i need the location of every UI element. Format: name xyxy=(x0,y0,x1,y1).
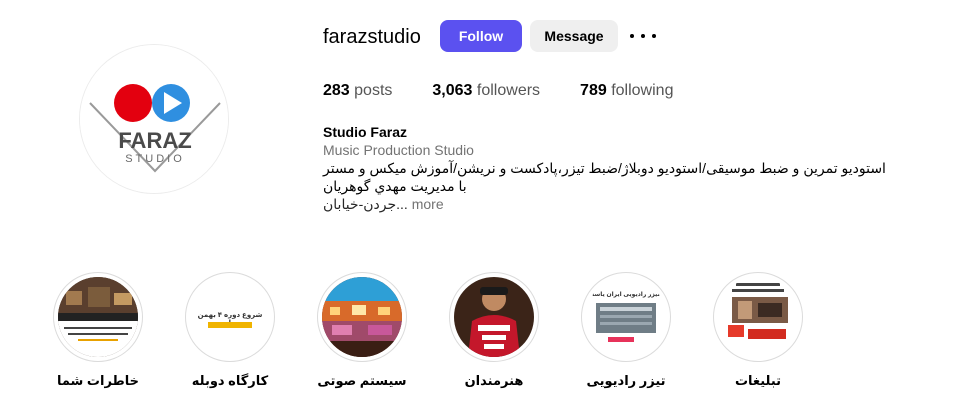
logo-text-faraz: FARAZ xyxy=(118,128,191,153)
following-count[interactable]: 789 following xyxy=(580,82,673,100)
highlight-label: سیستم صوتی xyxy=(317,373,407,388)
bio-category: Music Production Studio xyxy=(323,142,474,158)
highlight-item[interactable]: خاطرات شما xyxy=(50,272,146,389)
highlight-label: تیزر رادیویی xyxy=(586,373,666,388)
profile-stats: 283 posts 3,063 followers 789 following xyxy=(323,82,713,100)
follow-button[interactable]: Follow xyxy=(440,20,522,52)
bio-line-3-text: جردن-خيابان... xyxy=(323,196,408,212)
highlight-thumbnail: شروع دوره ۴ بهمن ماه xyxy=(190,277,270,357)
bio-line-3: جردن-خيابان... more xyxy=(323,195,893,213)
highlight-thumbnail: تیزر رادیویی ایران یاسا xyxy=(586,277,666,357)
logo-red-circle xyxy=(114,84,152,122)
highlight-label: تبلیغات xyxy=(734,373,782,388)
profile-username: farazstudio xyxy=(323,26,421,48)
story-highlights: خاطرات شما شروع دوره ۴ بهمن ماه کارگاه د… xyxy=(50,272,850,402)
highlight-thumbnail xyxy=(58,277,138,357)
bio-name: Studio Faraz xyxy=(323,124,408,140)
logo-text-studio: STUDIO xyxy=(125,153,185,165)
highlight-item[interactable]: تیزر رادیویی ایران یاسا تیزر رادیویی xyxy=(578,272,674,389)
followers-count[interactable]: 3,063 followers xyxy=(432,82,540,100)
faraz-studio-logo: FARAZ STUDIO xyxy=(80,45,228,193)
highlight-item[interactable]: شروع دوره ۴ بهمن ماه کارگاه دوبله xyxy=(182,272,278,389)
message-button[interactable]: Message xyxy=(530,20,618,52)
highlight-thumbnail xyxy=(322,277,402,357)
bio-more-link[interactable]: more xyxy=(412,196,444,212)
profile-bio: Studio Faraz Music Production Studio است… xyxy=(323,123,893,213)
highlight-label: هنرمندان xyxy=(464,373,524,388)
posts-count: 283 posts xyxy=(323,82,393,99)
highlight-item[interactable]: سیستم صوتی xyxy=(314,272,410,389)
highlight-label: کارگاه دوبله xyxy=(191,373,269,388)
highlight-item[interactable]: هنرمندان xyxy=(446,272,542,389)
profile-avatar[interactable]: FARAZ STUDIO xyxy=(79,44,229,194)
bio-line-2: با مدیریت مهدي گوهريان xyxy=(323,178,467,194)
highlight-thumbnail xyxy=(454,277,534,357)
highlight-label: خاطرات شما xyxy=(56,373,140,388)
bio-line-1: استودیو تمرین و ضبط موسیقی/استودیو دوبلا… xyxy=(323,160,886,176)
highlight-thumbnail xyxy=(718,277,798,357)
more-options-icon[interactable] xyxy=(630,26,656,46)
highlight-item[interactable]: تبلیغات xyxy=(710,272,806,389)
